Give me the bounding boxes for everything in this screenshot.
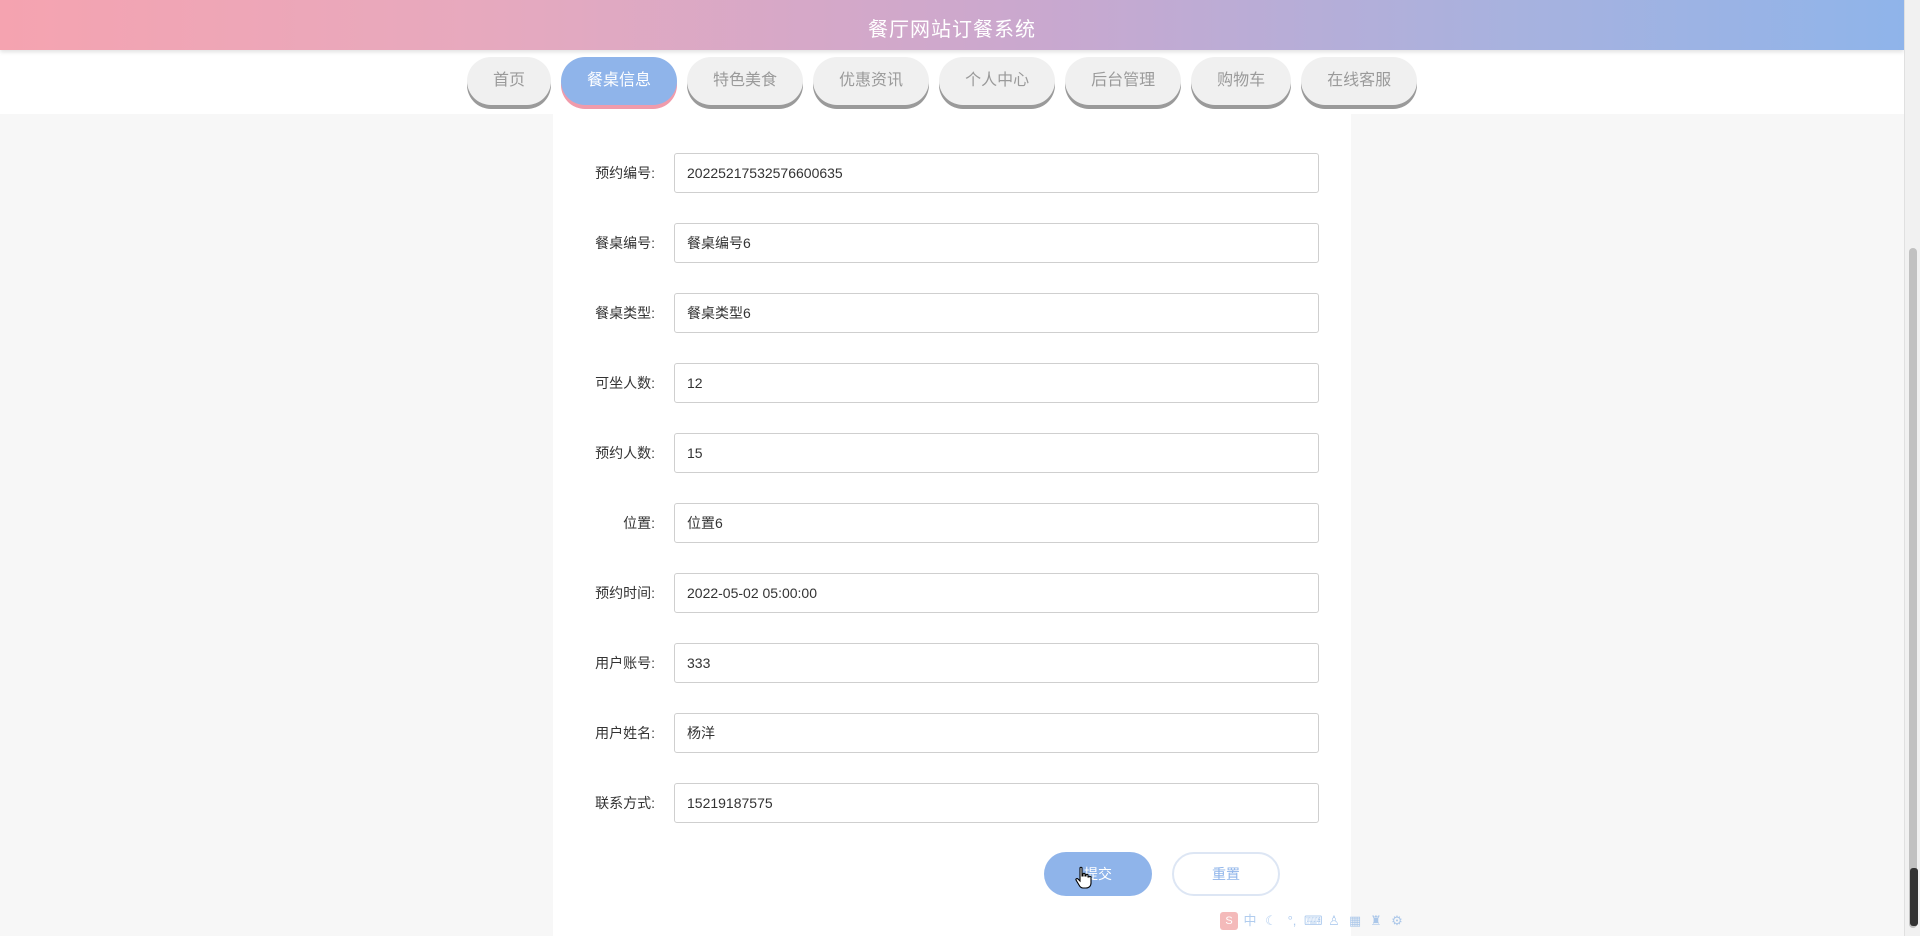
table-no-input[interactable]: [674, 223, 1319, 263]
table-type-label: 餐桌类型:: [595, 305, 655, 321]
form-row-user-account: 用户账号:: [553, 643, 1351, 683]
shirt-icon[interactable]: ♜: [1367, 912, 1385, 930]
nav-item-home[interactable]: 首页: [467, 57, 552, 105]
punctuation-icon[interactable]: °,: [1283, 912, 1301, 930]
user-account-input[interactable]: [674, 643, 1319, 683]
location-input[interactable]: [674, 503, 1319, 543]
reservation-form: 预约编号: 餐桌编号: 餐桌类型: 可坐人数: 预约人数: 位置: 预约时间:: [553, 114, 1351, 936]
form-row-capacity: 可坐人数:: [553, 363, 1351, 403]
form-row-user-name: 用户姓名:: [553, 713, 1351, 753]
form-row-location: 位置:: [553, 503, 1351, 543]
reservation-time-label: 预约时间:: [595, 585, 655, 601]
reset-button[interactable]: 重置: [1172, 852, 1280, 896]
nav-item-table-info[interactable]: 餐桌信息: [561, 57, 678, 105]
hand-cursor-icon: [1075, 866, 1092, 889]
vertical-scrollbar[interactable]: [1904, 0, 1920, 936]
location-label: 位置:: [623, 515, 655, 531]
user-name-label: 用户姓名:: [595, 725, 655, 741]
form-row-reservation-no: 预约编号:: [553, 153, 1351, 193]
capacity-label: 可坐人数:: [595, 375, 655, 391]
nav-item-admin[interactable]: 后台管理: [1065, 57, 1182, 105]
form-row-party-size: 预约人数:: [553, 433, 1351, 473]
gear-icon[interactable]: ⚙: [1388, 912, 1406, 930]
form-row-reservation-time: 预约时间:: [553, 573, 1351, 613]
ime-logo-icon[interactable]: S: [1220, 912, 1238, 930]
table-type-input[interactable]: [674, 293, 1319, 333]
reservation-time-input[interactable]: [674, 573, 1319, 613]
keyboard-icon[interactable]: ⌨: [1304, 912, 1323, 930]
contact-label: 联系方式:: [595, 795, 655, 811]
party-size-label: 预约人数:: [595, 445, 655, 461]
site-title: 餐厅网站订餐系统: [868, 17, 1036, 41]
nav-item-promotions[interactable]: 优惠资讯: [813, 57, 930, 105]
form-row-table-type: 餐桌类型:: [553, 293, 1351, 333]
grid-icon[interactable]: ▦: [1346, 912, 1364, 930]
capacity-input[interactable]: [674, 363, 1319, 403]
form-row-contact: 联系方式:: [553, 783, 1351, 823]
user-account-label: 用户账号:: [595, 655, 655, 671]
nav-item-online-service[interactable]: 在线客服: [1301, 57, 1418, 105]
contact-input[interactable]: [674, 783, 1319, 823]
party-size-input[interactable]: [674, 433, 1319, 473]
ime-toolbar: S 中 ☾ °, ⌨ ♙ ▦ ♜ ⚙: [1220, 910, 1406, 932]
form-row-table-no: 餐桌编号:: [553, 223, 1351, 263]
nav-item-personal-center[interactable]: 个人中心: [939, 57, 1056, 105]
moon-icon[interactable]: ☾: [1262, 912, 1280, 930]
site-header: 餐厅网站订餐系统: [0, 0, 1904, 50]
scroll-grip-handle[interactable]: [1910, 868, 1918, 926]
reservation-no-label: 预约编号:: [595, 165, 655, 181]
user-name-input[interactable]: [674, 713, 1319, 753]
ime-mode-icon[interactable]: 中: [1241, 912, 1259, 930]
submit-button[interactable]: 提交: [1044, 852, 1152, 896]
main-nav: 首页 餐桌信息 特色美食 优惠资讯 个人中心 后台管理 购物车 在线客服: [467, 57, 1418, 105]
nav-item-special-food[interactable]: 特色美食: [687, 57, 804, 105]
nav-item-cart[interactable]: 购物车: [1191, 57, 1292, 105]
reservation-no-input[interactable]: [674, 153, 1319, 193]
scrollbar-thumb[interactable]: [1909, 248, 1917, 928]
page: 餐厅网站订餐系统 首页 餐桌信息 特色美食 优惠资讯 个人中心 后台管理 购物车…: [0, 0, 1920, 936]
user-icon[interactable]: ♙: [1325, 912, 1343, 930]
table-no-label: 餐桌编号:: [595, 235, 655, 251]
